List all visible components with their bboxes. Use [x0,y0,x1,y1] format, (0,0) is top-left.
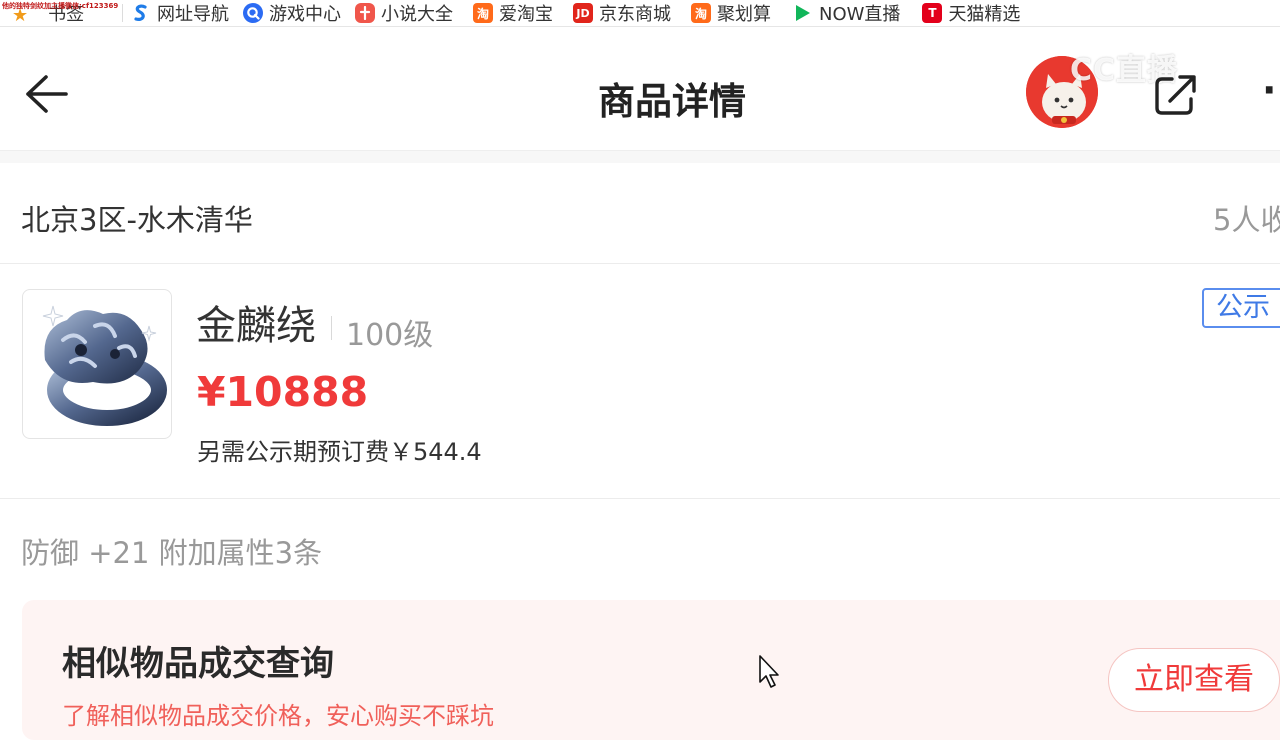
server-row: 北京3区-水木清华 5人收 [0,163,1280,264]
bookmark-item-jd[interactable]: JD 京东商城 [573,0,671,26]
bookmarks-bar: 他的独特剑纹加主播微信:cf123369 ★ 书签 网址导航 游戏中心 小说大全… [0,0,1280,27]
similar-title: 相似物品成交查询 [62,644,334,684]
juhuasuan-icon: 淘 [691,3,711,23]
section-gap [0,151,1280,163]
collect-count: 5人收 [1213,203,1280,237]
bookmark-label: 聚划算 [717,4,771,25]
game-center-icon [243,3,263,23]
view-now-button[interactable]: 立即查看 [1108,648,1280,712]
tmall-icon: T [922,3,943,23]
bookmark-label: 小说大全 [381,4,453,25]
jd-icon: JD [573,3,593,23]
bookmark-item-bookmarks[interactable]: 他的独特剑纹加主播微信:cf123369 ★ 书签 [2,0,118,26]
divider [331,316,332,340]
mouse-cursor-icon [759,655,779,688]
bookmark-item-nav[interactable]: 网址导航 [131,0,229,26]
overlay-text: 他的独特剑纹加主播微信:cf123369 [2,2,119,10]
bookmark-item-now[interactable]: NOW直播 [793,0,900,26]
item-image[interactable] [22,289,172,439]
similar-trade-card: 相似物品成交查询 了解相似物品成交价格，安心购买不踩坑 立即查看 [22,600,1280,740]
bookmark-item-tmall[interactable]: T 天猫精选 [922,0,1020,26]
bookmark-label: 游戏中心 [269,4,341,25]
page-header: 商品详情 CC直播 · [0,27,1280,151]
item-card: 金麟绕 100级 ¥10888 另需公示期预订费￥544.4 公示 [0,264,1280,499]
similar-description: 了解相似物品成交价格，安心购买不踩坑 [62,702,494,730]
server-name: 北京3区-水木清华 [21,203,253,237]
bookmark-label: 爱淘宝 [499,4,553,25]
taobao-icon: 淘 [473,3,493,23]
bookmark-label: 京东商城 [599,4,671,25]
bookmark-item-juhuasuan[interactable]: 淘 聚划算 [691,0,771,26]
status-badge: 公示 [1202,288,1280,328]
bookmark-label: 天猫精选 [948,4,1021,25]
ring-icon [42,305,167,426]
novel-icon [355,3,375,23]
item-level: 100级 [346,318,434,353]
share-icon[interactable] [1152,71,1200,117]
bookmark-item-games[interactable]: 游戏中心 [243,0,341,26]
bookmark-item-aitaobao[interactable]: 淘 爱淘宝 [473,0,553,26]
item-fee: 另需公示期预订费￥544.4 [197,438,482,466]
more-menu-icon[interactable]: · [1262,71,1276,109]
bookmark-item-novels[interactable]: 小说大全 [355,0,453,26]
bookmark-label: NOW直播 [819,4,901,25]
now-live-icon [793,3,813,23]
item-price: ¥10888 [197,368,369,416]
item-name: 金麟绕 [196,303,316,349]
item-attributes: 防御 +21 附加属性3条 [21,536,323,570]
sogou-icon [131,3,151,23]
bookmark-label: 网址导航 [157,4,229,25]
divider [122,4,123,22]
